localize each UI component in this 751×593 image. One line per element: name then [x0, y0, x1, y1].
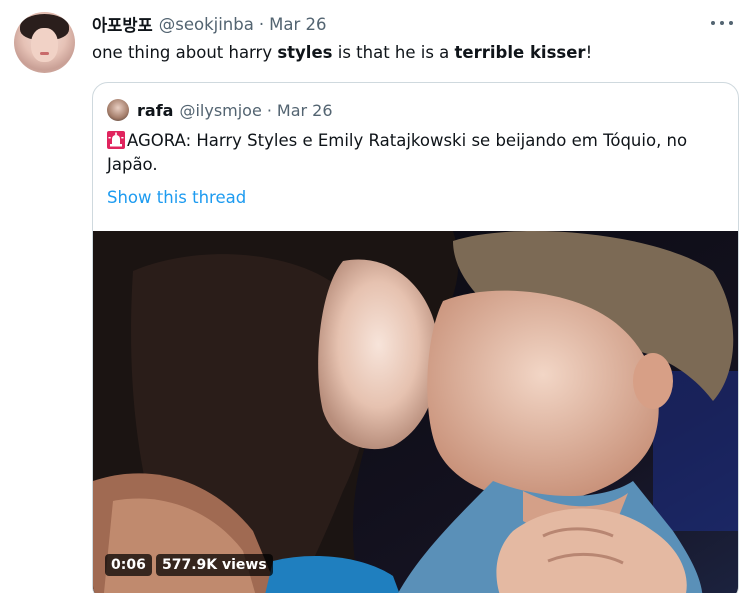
tweet-text-part: is that he is a — [332, 43, 455, 62]
quoted-display-name[interactable]: rafa — [137, 101, 173, 120]
avatar[interactable] — [14, 12, 75, 73]
avatar-face — [31, 28, 58, 62]
tweet-text: one thing about harry styles is that he … — [92, 42, 592, 64]
tweet-text-bold: styles — [277, 43, 333, 62]
video-frame — [93, 231, 738, 593]
separator-dot: · — [258, 14, 265, 34]
quoted-text-body: AGORA: Harry Styles e Emily Ratajkowski … — [107, 131, 688, 174]
show-thread-link[interactable]: Show this thread — [107, 187, 246, 209]
quoted-avatar[interactable] — [107, 99, 129, 121]
quoted-tweet-date[interactable]: Mar 26 — [277, 101, 333, 120]
avatar-lip — [40, 52, 49, 55]
tweet-text-part: ! — [585, 43, 593, 62]
tweet[interactable]: 아포방포 @seokjinba · Mar 26 one thing about… — [0, 0, 751, 593]
tweet-header: 아포방포 @seokjinba · Mar 26 — [92, 12, 326, 36]
video-player[interactable]: 0:06 577.9K views — [93, 231, 738, 593]
siren-icon — [107, 131, 125, 149]
video-duration: 0:06 — [105, 554, 152, 576]
quoted-tweet-header: rafa @ilysmjoe · Mar 26 — [107, 99, 333, 121]
quoted-user-handle[interactable]: @ilysmjoe — [179, 101, 261, 120]
separator-dot: · — [266, 100, 272, 120]
video-views: 577.9K views — [156, 554, 273, 576]
user-handle[interactable]: @seokjinba — [159, 15, 254, 34]
more-options-icon[interactable] — [711, 14, 733, 32]
tweet-date[interactable]: Mar 26 — [269, 15, 326, 34]
quoted-tweet[interactable]: rafa @ilysmjoe · Mar 26 AGORA: Harry Sty… — [92, 82, 739, 593]
tweet-text-part: one thing about harry — [92, 43, 278, 62]
quoted-tweet-text: AGORA: Harry Styles e Emily Ratajkowski … — [107, 129, 722, 177]
tweet-text-bold: terrible kisser — [454, 43, 586, 62]
display-name[interactable]: 아포방포 — [92, 12, 153, 36]
